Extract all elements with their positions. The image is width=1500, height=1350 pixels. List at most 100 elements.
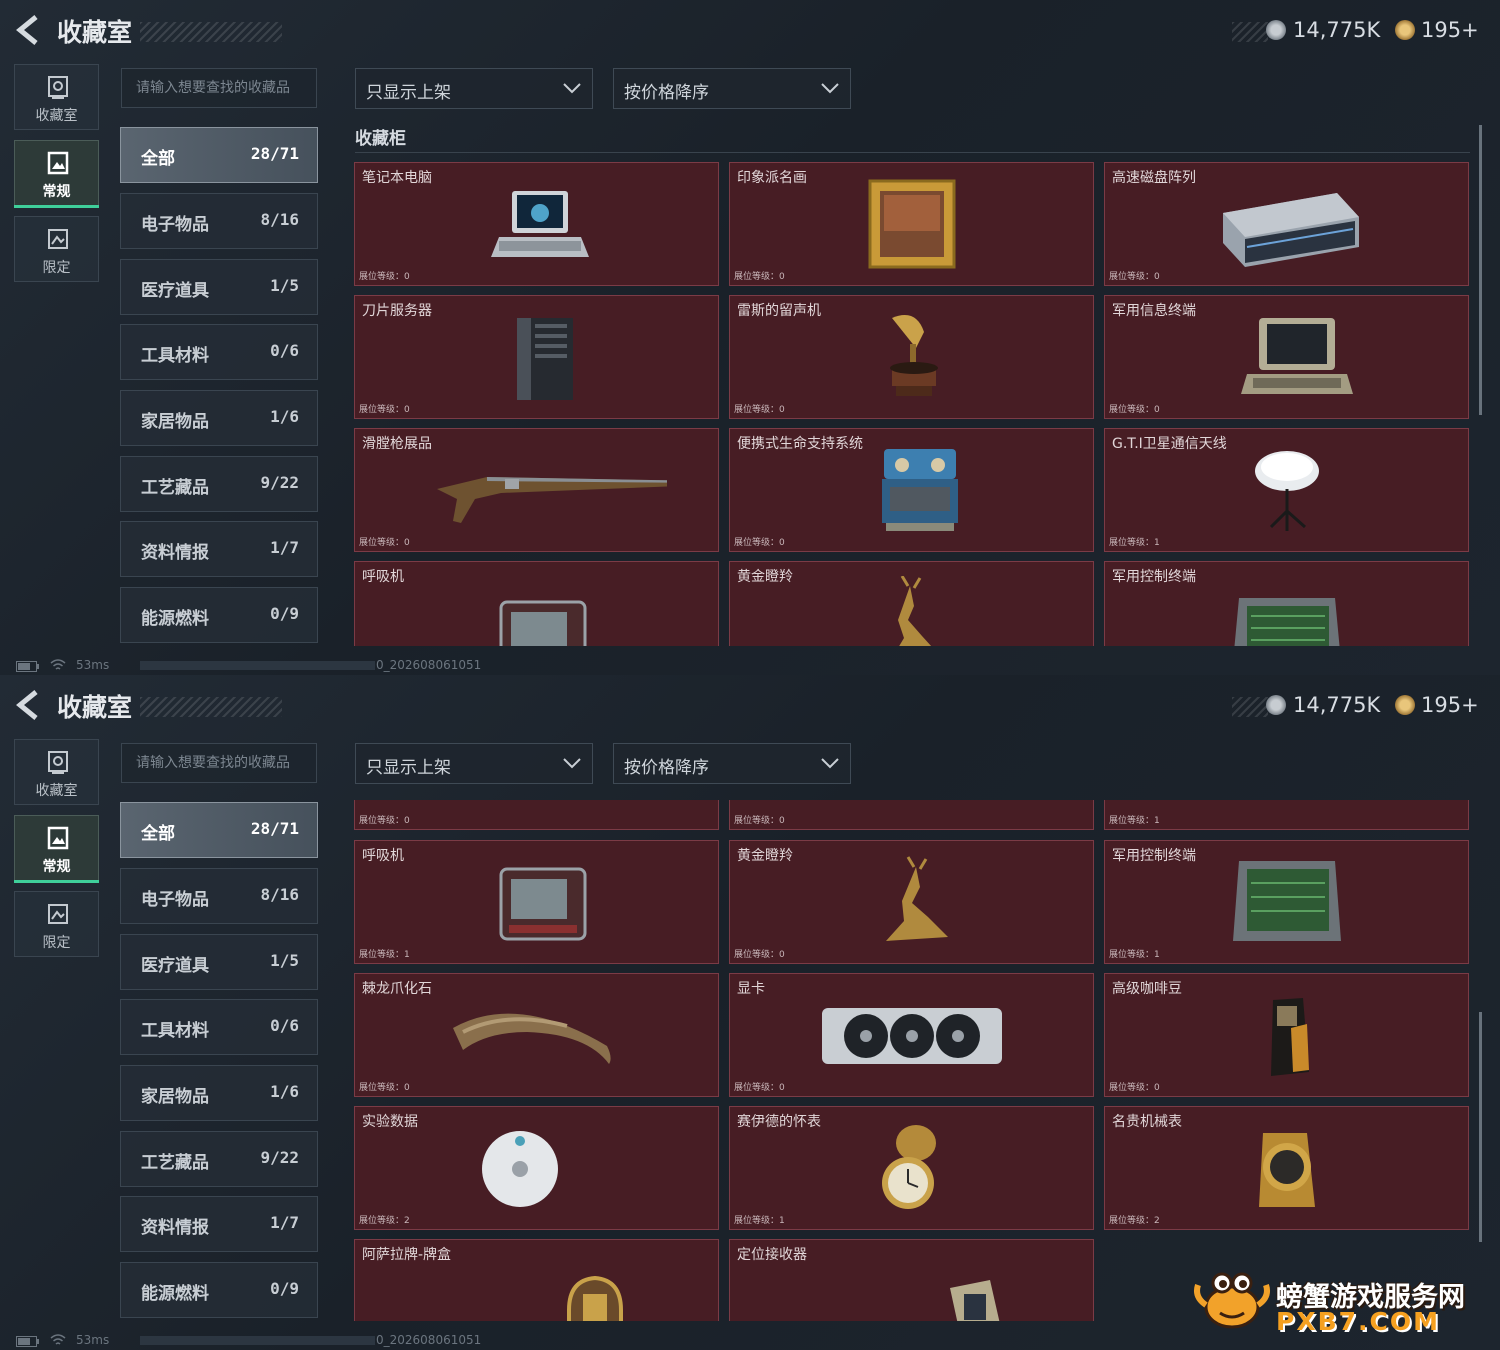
active-indicator <box>14 880 99 883</box>
item-name: 呼吸机 <box>362 848 404 864</box>
picture-frame-icon <box>47 826 69 850</box>
section-title: 收藏柜 <box>355 129 406 149</box>
scrollbar[interactable] <box>1479 1012 1482 1242</box>
item-name: 军用信息终端 <box>1112 303 1196 319</box>
category-name: 家居物品 <box>141 412 209 432</box>
sort-dropdown[interactable]: 按价格降序 <box>613 68 851 109</box>
item-name: 实验数据 <box>362 1114 418 1130</box>
currency-amount: 14,775K <box>1293 693 1381 717</box>
collection-card[interactable]: 笔记本电脑 展位等级：0 <box>354 162 719 286</box>
item-name: 定位接收器 <box>737 1247 807 1263</box>
category-intel[interactable]: 资料情报 1/7 <box>120 1196 318 1252</box>
collection-card[interactable]: 展位等级：0 <box>354 800 719 830</box>
display-level: 展位等级：0 <box>359 1083 410 1093</box>
gramophone-icon <box>889 315 938 396</box>
collection-card[interactable]: 显卡 展位等级：0 <box>729 973 1094 1097</box>
wristwatch-icon <box>1258 1133 1315 1207</box>
category-name: 医疗道具 <box>141 956 209 976</box>
satellite-dish-icon <box>1254 451 1319 531</box>
collection-card[interactable]: 印象派名画 展位等级：0 <box>729 162 1094 286</box>
collection-card[interactable]: 阿萨拉牌-牌盒 <box>354 1239 719 1321</box>
category-tools[interactable]: 工具材料 0/6 <box>120 324 318 380</box>
category-electronics[interactable]: 电子物品 8/16 <box>120 193 318 249</box>
coin-amount[interactable]: 195+ <box>1421 16 1479 44</box>
category-count: 1/7 <box>270 538 299 557</box>
collection-card[interactable]: 便携式生命支持系统 展位等级：0 <box>729 428 1094 552</box>
scrollbar[interactable] <box>1479 125 1482 415</box>
display-filter-dropdown[interactable]: 只显示上架 <box>355 743 593 784</box>
category-medical[interactable]: 医疗道具 1/5 <box>120 934 318 990</box>
screenshot-bottom: 收藏室 14,775K 195+ 收藏室 常规 限定 请输入想要查找的收藏品 只… <box>0 675 1500 1350</box>
category-household[interactable]: 家居物品 1/6 <box>120 1065 318 1121</box>
nav-label: 收藏室 <box>35 783 78 799</box>
nav-vault[interactable]: 收藏室 <box>14 64 99 130</box>
display-level: 展位等级：1 <box>1109 950 1160 960</box>
category-energy[interactable]: 能源燃料 0/9 <box>120 1262 318 1318</box>
category-intel[interactable]: 资料情报 1/7 <box>120 521 318 577</box>
life-support-icon <box>881 449 958 531</box>
nav-limited[interactable]: 限定 <box>14 216 99 282</box>
collection-grid: 笔记本电脑 展位等级：0 印象派名画 展位等级：0 高速磁盘阵列 展位等级：0 … <box>354 156 1471 646</box>
collection-card[interactable]: 高级咖啡豆 展位等级：0 <box>1104 973 1469 1097</box>
collection-card[interactable]: 黄金瞪羚 展位等级：0 <box>729 840 1094 964</box>
collection-card[interactable]: 展位等级：1 <box>1104 800 1469 830</box>
nav-regular[interactable]: 常规 <box>14 815 99 883</box>
coin-amount[interactable]: 195+ <box>1421 691 1479 719</box>
header: 收藏室 14,775K 195+ <box>0 675 1500 739</box>
back-arrow-icon[interactable] <box>14 14 44 46</box>
header-decor <box>140 697 282 717</box>
search-input[interactable]: 请输入想要查找的收藏品 <box>121 68 317 108</box>
item-name: 军用控制终端 <box>1112 569 1196 585</box>
collection-card[interactable]: 雷斯的留声机 展位等级：0 <box>729 295 1094 419</box>
category-count: 0/9 <box>270 1279 299 1298</box>
collection-card[interactable]: 刀片服务器 展位等级：0 <box>354 295 719 419</box>
nav-vault[interactable]: 收藏室 <box>14 739 99 805</box>
category-name: 工具材料 <box>141 346 209 366</box>
header-decor <box>1232 22 1268 42</box>
category-all[interactable]: 全部 28/71 <box>120 802 318 858</box>
collection-card[interactable]: 实验数据 展位等级：2 <box>354 1106 719 1230</box>
category-count: 1/6 <box>270 1082 299 1101</box>
category-count: 8/16 <box>260 210 299 229</box>
collection-card[interactable]: G.T.I卫星通信天线 展位等级：1 <box>1104 428 1469 552</box>
watermark-domain: PXB7.COM <box>1276 1307 1441 1336</box>
collection-card[interactable]: 定位接收器 <box>729 1239 1094 1321</box>
display-filter-dropdown[interactable]: 只显示上架 <box>355 68 593 109</box>
category-medical[interactable]: 医疗道具 1/5 <box>120 259 318 315</box>
collection-card[interactable]: 滑膛枪展品 展位等级：0 <box>354 428 719 552</box>
collection-card[interactable]: 赛伊德的怀表 展位等级：1 <box>729 1106 1094 1230</box>
receiver-icon <box>949 1280 999 1321</box>
collection-card[interactable]: 军用信息终端 展位等级：0 <box>1104 295 1469 419</box>
collection-card[interactable]: 棘龙爪化石 展位等级：0 <box>354 973 719 1097</box>
item-name: 黄金瞪羚 <box>737 848 793 864</box>
collection-card[interactable]: 呼吸机 展位等级：1 <box>354 561 719 646</box>
back-arrow-icon[interactable] <box>14 689 44 721</box>
category-energy[interactable]: 能源燃料 0/9 <box>120 587 318 643</box>
display-level: 展位等级：1 <box>359 950 410 960</box>
search-input[interactable]: 请输入想要查找的收藏品 <box>121 743 317 783</box>
category-tools[interactable]: 工具材料 0/6 <box>120 999 318 1055</box>
page-title: 收藏室 <box>57 693 133 722</box>
blurred-region <box>140 1336 375 1345</box>
collection-card[interactable]: 军用控制终端 展位等级：1 <box>1104 561 1469 646</box>
category-all[interactable]: 全部 28/71 <box>120 127 318 183</box>
nav-regular[interactable]: 常规 <box>14 140 99 208</box>
display-level: 展位等级：0 <box>1109 405 1160 415</box>
pocket-watch-icon <box>881 1125 936 1209</box>
collection-card[interactable]: 高速磁盘阵列 展位等级：0 <box>1104 162 1469 286</box>
wifi-icon <box>50 659 66 670</box>
disc-icon <box>481 1131 558 1207</box>
collection-card[interactable]: 名贵机械表 展位等级：2 <box>1104 1106 1469 1230</box>
sort-dropdown[interactable]: 按价格降序 <box>613 743 851 784</box>
nav-limited[interactable]: 限定 <box>14 891 99 957</box>
category-crafts[interactable]: 工艺藏品 9/22 <box>120 456 318 512</box>
category-count: 0/6 <box>270 1016 299 1035</box>
collection-card[interactable]: 展位等级：0 <box>729 800 1094 830</box>
collection-card[interactable]: 呼吸机 展位等级：1 <box>354 840 719 964</box>
collection-card[interactable]: 黄金瞪羚 展位等级：0 <box>729 561 1094 646</box>
category-household[interactable]: 家居物品 1/6 <box>120 390 318 446</box>
collection-card[interactable]: 军用控制终端 展位等级：1 <box>1104 840 1469 964</box>
category-crafts[interactable]: 工艺藏品 9/22 <box>120 1131 318 1187</box>
category-count: 9/22 <box>260 473 299 492</box>
category-electronics[interactable]: 电子物品 8/16 <box>120 868 318 924</box>
